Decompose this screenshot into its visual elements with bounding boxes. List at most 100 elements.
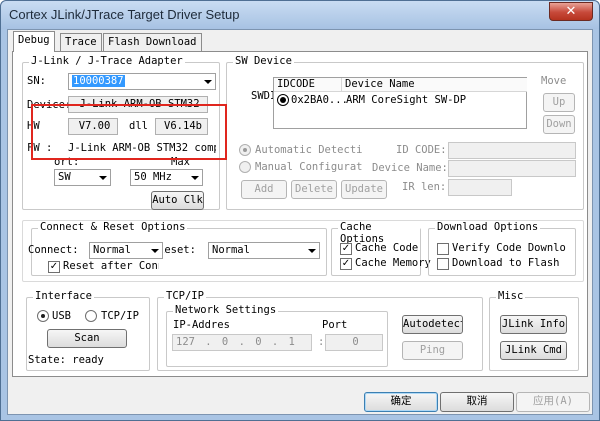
add-button[interactable]: Add <box>241 180 287 199</box>
up-button[interactable]: Up <box>543 93 575 112</box>
sw-device-group-label: SW Device <box>233 55 294 67</box>
download-to-flash-checkbox[interactable] <box>437 258 449 270</box>
scan-button[interactable]: Scan <box>47 329 127 348</box>
interface-group: Interface USB TCP/IP Scan State: ready <box>26 290 150 371</box>
port-label: ort: <box>54 156 80 168</box>
cache-memory-label: Cache Memory <box>355 257 431 269</box>
tcpip-group: TCP/IP Network Settings IP-Addres Port 1… <box>157 290 483 371</box>
tab-debug-label: Debug <box>18 34 50 46</box>
debug-tab-panel: J-Link / J-Trace Adapter SN: 10000387 De… <box>12 51 588 377</box>
device-name-label: Device Name: <box>372 162 448 174</box>
cache-code-checkbox[interactable]: ✓ <box>340 243 352 255</box>
jlink-info-button[interactable]: JLink Info <box>500 315 567 334</box>
usb-label: USB <box>52 310 71 322</box>
delete-button[interactable]: Delete <box>291 180 337 199</box>
port-input[interactable]: 0 <box>325 334 383 351</box>
ping-button[interactable]: Ping <box>402 341 463 360</box>
automatic-detection-label: Automatic Detectic <box>255 144 363 156</box>
chevron-down-icon <box>95 170 110 185</box>
client-area: Debug Trace Flash Download J-Link / J-Tr… <box>7 29 593 415</box>
verify-code-download-label: Verify Code Downlo <box>452 242 566 254</box>
tcpip-group-label: TCP/IP <box>164 290 206 302</box>
sn-select[interactable]: 10000387 <box>68 73 216 90</box>
manual-configuration-radio[interactable] <box>239 161 251 173</box>
row-idcode: 0x2BA0... <box>291 94 348 106</box>
chevron-down-icon <box>200 74 215 89</box>
cache-memory-checkbox[interactable]: ✓ <box>340 258 352 270</box>
autodetect-button[interactable]: Autodetect <box>402 315 463 334</box>
max-clock-select-value: 50 MHz <box>134 171 172 183</box>
state-label: State: ready <box>28 354 104 366</box>
tab-trace[interactable]: Trace <box>60 33 102 51</box>
ir-len-label: IR len: <box>402 181 447 193</box>
jlink-adapter-group-label: J-Link / J-Trace Adapter <box>29 55 185 67</box>
fw-label: FW : <box>27 142 53 154</box>
network-settings-label: Network Settings <box>173 304 279 316</box>
reset-after-connect-checkbox[interactable]: ✓ <box>48 261 60 273</box>
download-options-group-label: Download Options <box>435 221 541 233</box>
sn-select-value: 10000387 <box>72 75 125 87</box>
connect-reset-group-label: Connect & Reset Options <box>38 221 188 233</box>
jlink-cmd-button[interactable]: JLink Cmd <box>500 341 567 360</box>
id-code-label: ID CODE: <box>396 144 447 156</box>
port-number-label: Port <box>322 319 348 331</box>
dll-value: V6.14b <box>155 118 208 135</box>
device-name-input[interactable] <box>448 160 576 177</box>
dialog-window: Cortex JLink/JTrace Target Driver Setup … <box>0 0 600 421</box>
ok-button[interactable]: 确定 <box>364 392 438 412</box>
verify-code-download-checkbox[interactable] <box>437 243 449 255</box>
sw-device-list[interactable]: IDCODE Device Name 0x2BA0... ARM CoreSig… <box>273 77 527 129</box>
row-device-name: ARM CoreSight SW-DP <box>346 94 467 106</box>
tab-debug[interactable]: Debug <box>13 31 55 52</box>
usb-radio[interactable] <box>37 310 49 322</box>
col-idcode: IDCODE <box>274 78 342 92</box>
auto-clk-button[interactable]: Auto Clk <box>151 191 204 210</box>
close-button[interactable]: ✕ <box>549 2 593 21</box>
radio-selected-icon[interactable] <box>277 94 289 106</box>
automatic-detection-radio[interactable] <box>239 144 251 156</box>
update-button[interactable]: Update <box>341 180 387 199</box>
chevron-down-icon <box>304 243 319 258</box>
interface-group-label: Interface <box>33 290 94 302</box>
port-select-value: SW <box>58 171 71 183</box>
max-label: Max <box>171 156 190 168</box>
ir-len-input[interactable] <box>448 179 512 196</box>
device-value: J-Link ARM-OB STM32 <box>68 96 208 113</box>
download-to-flash-label: Download to Flash <box>452 257 560 269</box>
misc-group-label: Misc <box>496 290 526 302</box>
window-title: Cortex JLink/JTrace Target Driver Setup <box>9 7 240 22</box>
ip-address-input[interactable]: 127 . 0 . 0 . 1 <box>172 334 312 351</box>
apply-button[interactable]: 应用(A) <box>516 392 590 412</box>
download-options-group: Download Options Verify Code Downlo Down… <box>428 221 576 276</box>
reset-select[interactable]: Normal <box>208 242 320 259</box>
fw-value: J-Link ARM-OB STM32 comp <box>68 142 216 154</box>
ip-port-separator: : <box>318 336 325 348</box>
title-bar[interactable]: Cortex JLink/JTrace Target Driver Setup … <box>1 1 599 29</box>
cache-code-label: Cache Code <box>355 242 419 254</box>
tab-flash-download[interactable]: Flash Download <box>103 33 202 51</box>
dll-label: dll <box>129 120 148 132</box>
reset-label: Reset: <box>164 244 196 256</box>
max-clock-select[interactable]: 50 MHz <box>130 169 203 186</box>
chevron-down-icon <box>187 170 202 185</box>
connect-reset-group: Connect & Reset Options Connect: Normal … <box>28 221 327 276</box>
chevron-down-icon <box>147 243 162 258</box>
hw-label: HW <box>27 120 40 132</box>
tab-trace-label: Trace <box>65 36 97 48</box>
cache-options-group: Cache Options ✓ Cache Code ✓ Cache Memor… <box>331 221 431 276</box>
device-label: Device: <box>27 99 72 111</box>
down-button[interactable]: Down <box>543 115 575 134</box>
col-device-name: Device Name <box>342 78 527 92</box>
misc-group: Misc JLink Info JLink Cmd <box>489 290 579 371</box>
network-settings-group: Network Settings IP-Addres Port 127 . 0 … <box>166 304 388 367</box>
connect-select[interactable]: Normal <box>89 242 163 259</box>
hw-value: V7.00 <box>68 118 118 135</box>
tcpip-radio[interactable] <box>85 310 97 322</box>
id-code-input[interactable] <box>448 142 576 159</box>
cancel-button[interactable]: 取消 <box>440 392 514 412</box>
reset-select-value: Normal <box>212 244 250 256</box>
jlink-adapter-group: J-Link / J-Trace Adapter SN: 10000387 De… <box>22 55 220 210</box>
port-select[interactable]: SW <box>54 169 111 186</box>
sn-label: SN: <box>27 75 46 87</box>
reset-after-connect-label: Reset after Conn <box>63 260 159 272</box>
